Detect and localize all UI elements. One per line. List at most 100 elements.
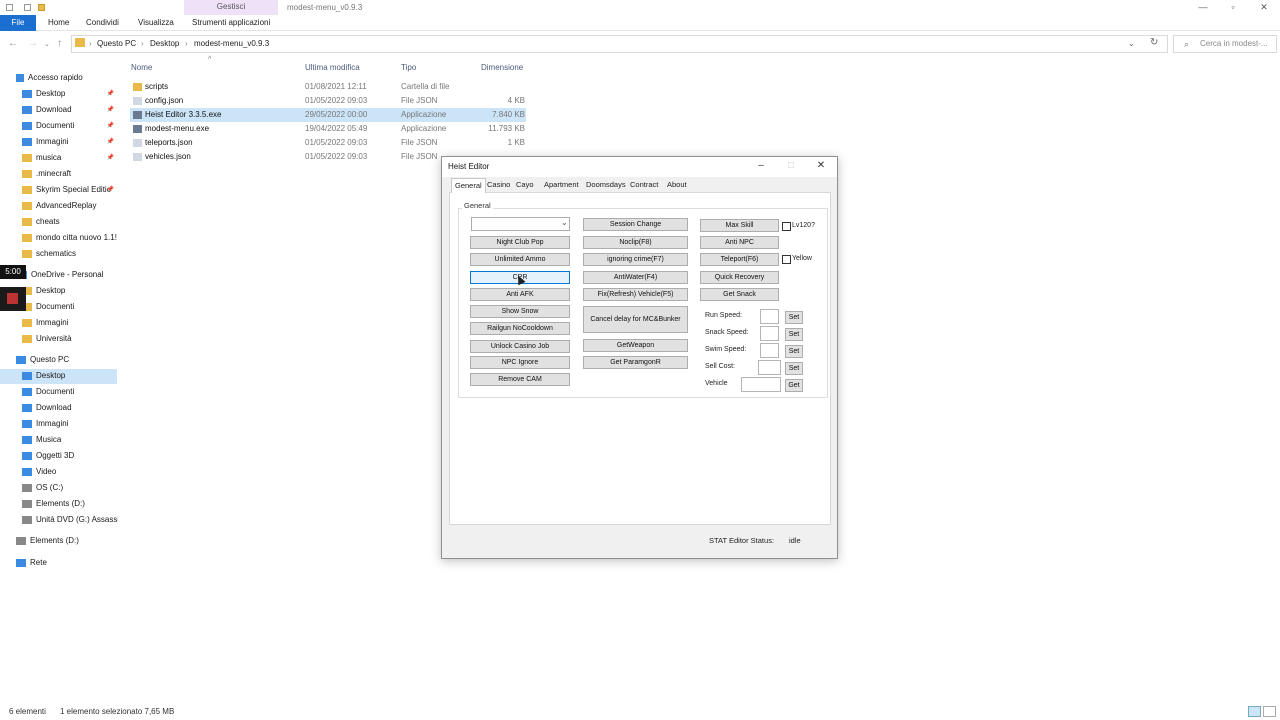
nav-onedrive-item[interactable]: Documenti — [22, 299, 118, 315]
file-row[interactable]: teleports.json 01/05/2022 09:03 File JSON 1… — [131, 136, 531, 150]
nav-quick-item[interactable]: musica 📌 — [22, 150, 118, 166]
session-dropdown[interactable] — [471, 217, 570, 231]
heist-close-icon[interactable]: ✕ — [811, 159, 831, 173]
file-row[interactable]: scripts 01/08/2021 12:11 Cartella di file — [131, 80, 531, 94]
nav-onedrive-item[interactable]: Università — [22, 331, 118, 347]
minimize-icon[interactable]: — — [1196, 2, 1210, 13]
heist-button-c3-4[interactable]: Get Snack — [700, 288, 779, 301]
chevron-down-icon[interactable]: ⌄ — [44, 40, 50, 48]
field-input[interactable] — [760, 343, 779, 358]
file-row[interactable]: modest-menu.exe 19/04/2022 05:49 Applicazi… — [131, 122, 531, 136]
field-input[interactable] — [760, 326, 779, 341]
nav-onedrive[interactable]: OneDrive - Personal — [16, 267, 134, 283]
nav-network[interactable]: Rete — [16, 555, 134, 571]
nav-onedrive-item[interactable]: Desktop — [22, 283, 118, 299]
field-input[interactable] — [760, 309, 779, 324]
field-button[interactable]: Get — [785, 379, 803, 392]
field-button[interactable]: Set — [785, 311, 803, 324]
tab-general[interactable]: General — [451, 178, 486, 193]
lv120-checkbox[interactable] — [782, 222, 791, 231]
nav-pc-item[interactable]: Musica — [22, 432, 118, 448]
heist-maximize-icon[interactable]: □ — [781, 159, 801, 173]
nav-quick-access[interactable]: Accesso rapido — [16, 70, 134, 86]
nav-pc-item[interactable]: Oggetti 3D — [22, 448, 118, 464]
close-icon[interactable]: ✕ — [1257, 2, 1271, 13]
tiles-view-icon[interactable] — [1263, 706, 1276, 717]
nav-pc-item[interactable]: OS (C:) — [22, 480, 118, 496]
nav-pc-item[interactable]: Download — [22, 400, 118, 416]
nav-quick-item[interactable]: Desktop 📌 — [22, 86, 118, 102]
column-type[interactable]: Tipo — [401, 63, 416, 72]
heist-button-c2-2[interactable]: ignoring crime(F7) — [583, 253, 688, 266]
heist-button-0[interactable]: Night Club Pop — [470, 236, 570, 249]
nav-onedrive-item[interactable]: Immagini — [22, 315, 118, 331]
maximize-icon[interactable]: ▫ — [1226, 2, 1240, 13]
field-button[interactable]: Set — [785, 362, 803, 375]
column-name[interactable]: Nome — [131, 63, 152, 72]
field-input[interactable] — [741, 377, 781, 392]
heist-button-c3-1[interactable]: Anti NPC — [700, 236, 779, 249]
field-button[interactable]: Set — [785, 328, 803, 341]
nav-pc-item[interactable]: Documenti — [22, 384, 118, 400]
nav-pc-item[interactable]: Desktop — [22, 368, 118, 384]
back-icon[interactable]: ← — [8, 38, 18, 49]
tab-home[interactable]: Home — [42, 15, 75, 31]
nav-this-pc[interactable]: Questo PC — [16, 352, 134, 368]
field-input[interactable] — [758, 360, 781, 375]
nav-quick-item[interactable]: Skyrim Special Editic 📌 — [22, 182, 118, 198]
heist-button-c2-5[interactable]: Cancel delay for MC&Bunker — [583, 306, 688, 333]
tab-about[interactable]: About — [664, 178, 690, 192]
nav-quick-item[interactable]: .minecraft — [22, 166, 118, 182]
refresh-icon[interactable]: ↻ — [1150, 37, 1158, 48]
nav-pc-item[interactable]: Unità DVD (G:) Assassin — [22, 512, 118, 528]
tab-apartment[interactable]: Apartment — [541, 178, 582, 192]
heist-button-c2-3[interactable]: AntiWater(F4) — [583, 271, 688, 284]
heist-button-c3-2[interactable]: Teleport(F6) — [700, 253, 779, 266]
breadcrumb-folder[interactable]: modest-menu_v0.9.3 — [194, 39, 269, 48]
breadcrumb-desktop[interactable]: Desktop — [150, 39, 179, 48]
tab-share[interactable]: Condividi — [80, 15, 125, 31]
nav-quick-item[interactable]: Documenti 📌 — [22, 118, 118, 134]
column-size[interactable]: Dimensione — [481, 63, 523, 72]
nav-elements-drive[interactable]: Elements (D:) — [16, 533, 134, 549]
address-dropdown-icon[interactable]: ⌄ — [1128, 39, 1135, 48]
file-row[interactable]: Heist Editor 3.3.5.exe 29/05/2022 00:00 Ap… — [131, 108, 531, 122]
column-modified[interactable]: Ultima modifica — [305, 63, 360, 72]
field-button[interactable]: Set — [785, 345, 803, 358]
tab-file[interactable]: File — [0, 15, 36, 31]
nav-pc-item[interactable]: Video — [22, 464, 118, 480]
nav-quick-item[interactable]: Immagini 📌 — [22, 134, 118, 150]
properties-icon[interactable] — [24, 4, 31, 11]
file-row[interactable]: config.json 01/05/2022 09:03 File JSON 4 KB — [131, 94, 531, 108]
nav-pc-item[interactable]: Elements (D:) — [22, 496, 118, 512]
nav-quick-item[interactable]: cheats — [22, 214, 118, 230]
tab-casino[interactable]: Casino — [484, 178, 513, 192]
nav-quick-item[interactable]: mondo citta nuovo 1.1! — [22, 230, 118, 246]
nav-quick-item[interactable]: Download 📌 — [22, 102, 118, 118]
tab-contract[interactable]: Contract — [627, 178, 661, 192]
nav-quick-item[interactable]: AdvancedReplay — [22, 198, 118, 214]
view-toggle-icons[interactable] — [1248, 706, 1276, 717]
tab-app-tools[interactable]: Strumenti applicazioni — [186, 15, 276, 31]
breadcrumb-this-pc[interactable]: Questo PC — [97, 39, 136, 48]
quick-access-icon[interactable] — [6, 4, 13, 11]
details-view-icon[interactable] — [1248, 706, 1261, 717]
heist-button-6[interactable]: Unlock Casino Job — [470, 340, 570, 353]
heist-button-5[interactable]: Railgun NoCooldown — [470, 322, 570, 335]
heist-button-c2-0[interactable]: Session Change — [583, 218, 688, 231]
yellow-checkbox[interactable] — [782, 255, 791, 264]
heist-button-c2-7[interactable]: Get ParamgonR — [583, 356, 688, 369]
heist-button-8[interactable]: Remove CAM — [470, 373, 570, 386]
up-icon[interactable]: ↑ — [57, 38, 62, 49]
forward-icon[interactable]: → — [28, 38, 38, 49]
nav-quick-item[interactable]: schematics — [22, 246, 118, 262]
heist-button-7[interactable]: NPC Ignore — [470, 356, 570, 369]
heist-button-c2-4[interactable]: Fix(Refresh) Vehicle(F5) — [583, 288, 688, 301]
heist-button-c3-0[interactable]: Max Skill — [700, 219, 779, 232]
nav-pc-item[interactable]: Immagini — [22, 416, 118, 432]
tab-cayo[interactable]: Cayo — [513, 178, 537, 192]
record-icon[interactable] — [7, 293, 18, 304]
heist-button-c3-3[interactable]: Quick Recovery — [700, 271, 779, 284]
tab-doomsdays[interactable]: Doomsdays — [583, 178, 629, 192]
heist-button-c2-1[interactable]: Noclip(F8) — [583, 236, 688, 249]
